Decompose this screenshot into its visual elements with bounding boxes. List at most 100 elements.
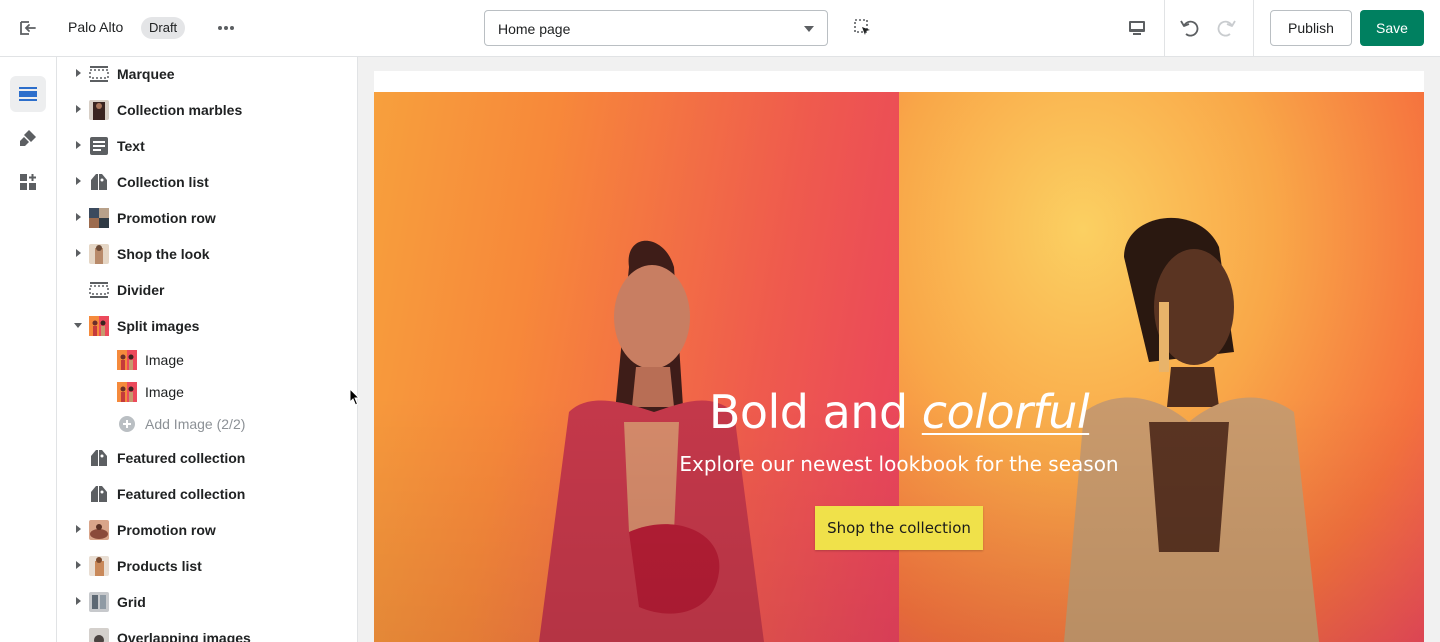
hero-subheading: Explore our newest lookbook for the seas… [679,452,1119,476]
caret-right-icon[interactable] [76,597,81,605]
layout-section-icon [89,282,109,298]
divider [1253,0,1254,57]
sidebar-item-products-list[interactable]: Products list [57,548,357,584]
image-thumb [89,208,109,228]
more-horizontal-icon [218,26,234,30]
sidebar-item-label: Featured collection [117,450,246,466]
sidebar-item-label: Text [117,138,145,154]
caret-right-icon[interactable] [76,249,81,257]
caret-right-icon[interactable] [76,525,81,533]
undo-button[interactable] [1173,12,1205,44]
hero-heading-emphasis: colorful [921,385,1090,439]
exit-button[interactable] [10,10,46,46]
sidebar-subitem-label: Image [145,352,184,368]
sidebar-item-label: Collection marbles [117,102,243,118]
sidebar-item-overlapping-images[interactable]: Overlapping images [57,620,357,642]
image-thumb [117,350,137,370]
sidebar-item-label: Grid [117,594,146,610]
mouse-cursor-icon [349,388,361,406]
split-images-hero[interactable]: Bold and colorful Explore our newest loo… [374,92,1424,642]
shop-the-collection-button[interactable]: Shop the collection [815,506,983,550]
image-thumb [89,628,109,642]
more-actions-button[interactable] [210,14,242,42]
sidebar-item-label: Shop the look [117,246,210,262]
save-button[interactable]: Save [1360,10,1424,46]
caret-right-icon[interactable] [76,213,81,221]
sidebar-item-featured-collection[interactable]: Featured collection [57,440,357,476]
theme-preview: Bold and colorful Explore our newest loo… [374,71,1424,642]
image-thumb [89,100,109,120]
sidebar-item-divider[interactable]: Divider [57,272,357,308]
sidebar-item-label: Promotion row [117,522,216,538]
store-name: Palo Alto [68,19,124,35]
divider [1164,0,1165,57]
sidebar-item-split-images[interactable]: Split images [57,308,357,344]
image-thumb [89,316,109,336]
rail-sections-button[interactable] [10,76,46,112]
rail-apps-button[interactable] [10,164,46,200]
status-badge: Draft [141,17,186,39]
text-block-icon [90,137,108,155]
sidebar-item-label: Products list [117,558,202,574]
image-thumb [89,592,109,612]
sidebar-item-marquee[interactable]: Marquee [57,57,357,92]
sidebar-item-featured-collection[interactable]: Featured collection [57,476,357,512]
sidebar-item-label: Collection list [117,174,209,190]
sidebar-item-label: Marquee [117,66,175,82]
rail-theme-settings-button[interactable] [10,120,46,156]
caret-down-icon[interactable] [74,323,82,328]
publish-button[interactable]: Publish [1270,10,1352,46]
sidebar-item-label: Divider [117,282,165,298]
sidebar-item-label: Featured collection [117,486,246,502]
select-inspect-icon [854,19,870,35]
sidebar-item-grid[interactable]: Grid [57,584,357,620]
sidebar-subitem-image[interactable]: Image [57,344,357,376]
apps-icon [20,174,36,190]
sidebar-item-promotion-row[interactable]: Promotion row [57,512,357,548]
hero-heading: Bold and colorful [374,385,1424,439]
image-thumb [117,382,137,402]
desktop-view-button[interactable] [1120,12,1154,44]
exit-icon [20,21,36,35]
sidebar-item-label: Overlapping images [117,630,251,642]
undo-icon [1180,20,1199,37]
add-image-button[interactable]: Add Image (2/2) [57,408,357,440]
sidebar-item-label: Promotion row [117,210,216,226]
left-rail [0,57,57,642]
desktop-icon [1129,21,1145,35]
sidebar-item-promotion-row[interactable]: Promotion row [57,200,357,236]
brush-icon [20,130,36,146]
collection-icon [91,486,107,502]
top-bar: Palo Alto Draft Home page Publish Save [0,0,1440,57]
caret-right-icon[interactable] [76,177,81,185]
add-circle-icon [119,416,135,432]
sidebar-item-collection-list[interactable]: Collection list [57,164,357,200]
hero-heading-plain: Bold and [708,385,922,439]
sidebar-item-collection-marbles[interactable]: Collection marbles [57,92,357,128]
collection-icon [91,174,107,190]
sections-sidebar: Marquee Collection marbles Text Collecti… [57,57,358,642]
image-thumb [89,556,109,576]
hero-overlay [374,92,1424,642]
layout-section-icon [89,66,109,82]
redo-button[interactable] [1211,12,1243,44]
caret-right-icon[interactable] [76,105,81,113]
sidebar-item-text[interactable]: Text [57,128,357,164]
chevron-down-icon [804,26,814,32]
page-select[interactable]: Home page [484,10,828,46]
inspect-button[interactable] [846,12,880,44]
caret-right-icon[interactable] [76,561,81,569]
collection-icon [91,450,107,466]
caret-right-icon[interactable] [76,69,81,77]
image-thumb [89,244,109,264]
sections-icon [19,87,37,101]
image-thumb [89,520,109,540]
sidebar-item-shop-the-look[interactable]: Shop the look [57,236,357,272]
add-image-label: Add Image (2/2) [145,416,246,432]
sidebar-item-label: Split images [117,318,200,334]
caret-right-icon[interactable] [76,141,81,149]
sidebar-subitem-image[interactable]: Image [57,376,357,408]
page-select-value: Home page [498,21,571,37]
redo-icon [1217,20,1236,37]
sidebar-subitem-label: Image [145,384,184,400]
